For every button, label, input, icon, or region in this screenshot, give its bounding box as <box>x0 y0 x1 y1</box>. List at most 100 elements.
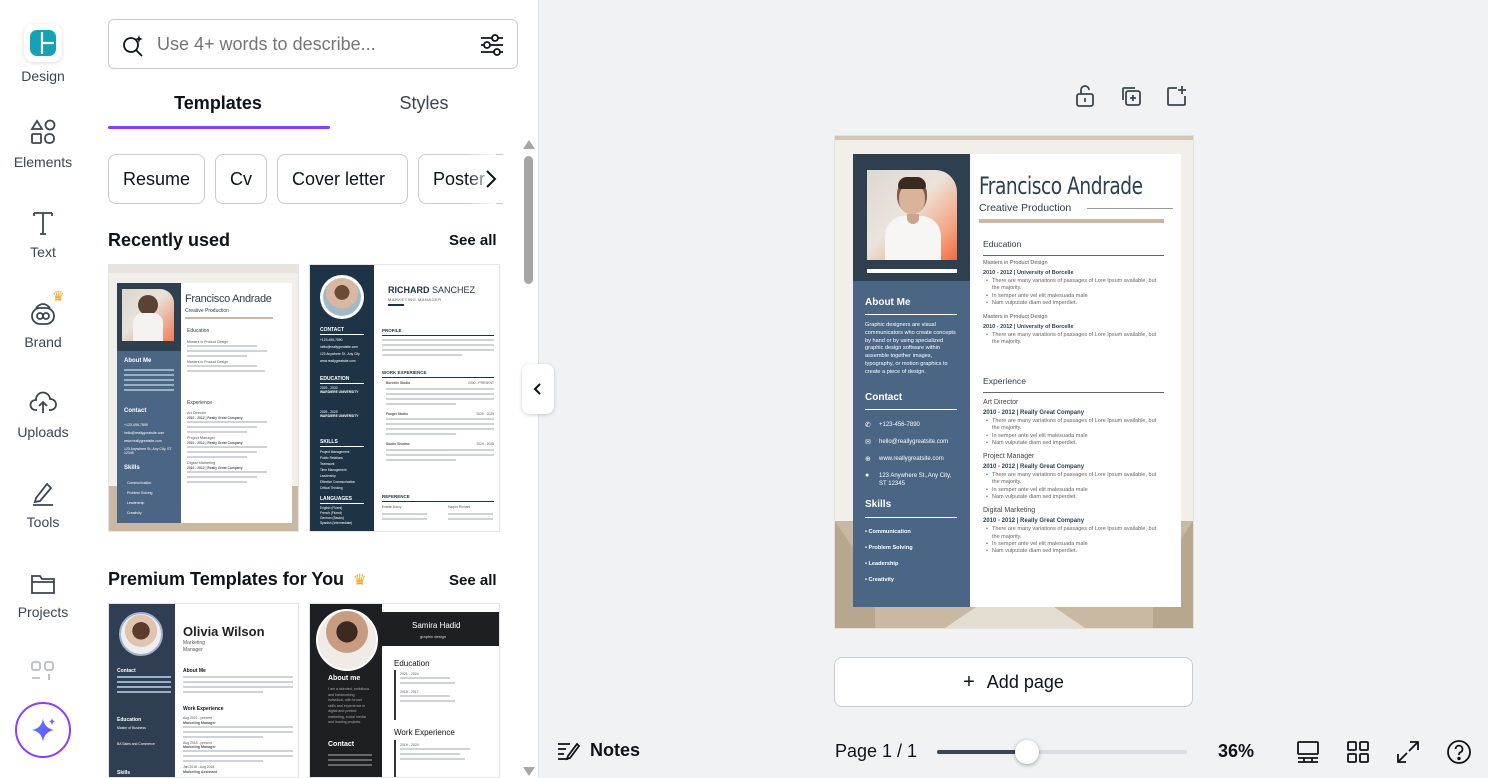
thumb-text: PROFILE <box>382 328 402 333</box>
search-bar[interactable] <box>108 19 518 69</box>
apps-icon[interactable] <box>30 660 56 680</box>
contact-email: ✉ hello@reallygreatsite.com <box>865 438 948 446</box>
template-thumb-olivia[interactable]: Olivia Wilson Marketing Manager Contact … <box>108 603 299 778</box>
thumb-text: Master of Business <box>117 726 146 730</box>
template-thumb-francisco[interactable]: About Me Contact +123-456-7890 hello@rea… <box>108 264 299 532</box>
rail-label: Uploads <box>17 424 69 440</box>
chip-resume[interactable]: Resume <box>108 154 205 204</box>
edu-bullet: Nam vulputate diam sed imperdiet. <box>983 300 1165 308</box>
search-input[interactable] <box>157 30 457 58</box>
thumb-text: Estelle Darcy <box>382 505 402 509</box>
chevron-right-icon[interactable] <box>484 168 498 190</box>
thumb-text: WARDIERE UNIVERSITY <box>320 414 359 418</box>
thumb-text: Project Management <box>320 450 350 454</box>
notes-button[interactable]: Notes <box>556 738 640 762</box>
exp-bullet: Nam vulputate diam sed imperdiet. <box>983 494 1165 502</box>
design-canvas[interactable]: About Me Graphic designers are visual co… <box>835 136 1193 628</box>
edu-degree: Masters in Product Design <box>983 314 1048 321</box>
thumb-text: English (Fluent) <box>320 506 343 510</box>
projects-icon <box>28 568 58 598</box>
fullscreen-icon[interactable] <box>1395 739 1421 765</box>
rail-design[interactable]: Design <box>0 24 86 84</box>
add-page-button[interactable]: + Add page <box>834 657 1193 707</box>
thumb-text: Marketing Assistant <box>183 769 218 774</box>
tab-templates[interactable]: Templates <box>108 84 328 124</box>
chip-cover-letter[interactable]: Cover letter <box>277 154 408 204</box>
thumb-text: German (Basics) <box>320 516 344 520</box>
duplicate-page-icon[interactable] <box>1119 84 1143 108</box>
chip-label: Cover letter <box>292 169 386 189</box>
thumb-text: Leadership <box>320 474 336 478</box>
rail-label: Text <box>30 244 56 260</box>
tab-styles[interactable]: Styles <box>314 84 534 124</box>
thumb-text: Education <box>394 659 430 668</box>
see-all-premium-link[interactable]: See all <box>449 572 497 589</box>
skills-list: • Communication • Problem Solving • Lead… <box>865 529 960 583</box>
help-icon[interactable] <box>1445 738 1473 766</box>
contact-title: Contact <box>865 392 903 403</box>
rail-brand[interactable]: ♛ Brand <box>0 288 86 350</box>
premium-title: Premium Templates for You ♛ <box>108 569 367 590</box>
skill-label: Leadership <box>868 561 899 567</box>
template-thumb-samira[interactable]: Samira Hadid graphic design About me I a… <box>309 603 500 778</box>
tab-label: Templates <box>174 93 262 113</box>
thumb-text: Work Experience <box>183 706 224 712</box>
rail-label: Brand <box>24 334 62 350</box>
thumb-contact-title: Contact <box>124 408 147 414</box>
zoom-value[interactable]: 36% <box>1218 741 1254 762</box>
thumb-text: +123-456-7890 <box>320 338 343 342</box>
rail-uploads[interactable]: Uploads <box>0 388 86 440</box>
add-page-icon[interactable] <box>1164 84 1188 108</box>
magic-assistant-button[interactable] <box>15 702 71 758</box>
thumb-text: RICHARD <box>388 285 430 295</box>
thumb-text: 2024 - 2025 <box>476 442 494 446</box>
rail-elements[interactable]: Elements <box>0 118 86 170</box>
thumb-about-title: About Me <box>124 358 152 364</box>
zoom-slider[interactable] <box>937 740 1187 764</box>
text-icon <box>28 208 58 238</box>
thumb-role: Creative Production <box>185 308 229 314</box>
edu-year: 2010 - 2012 | University of Borcelle <box>983 323 1074 330</box>
thumb-text: Harper Richard <box>448 505 471 509</box>
see-all-recent-link[interactable]: See all <box>449 232 497 249</box>
thumb-text: Creativity <box>127 511 142 515</box>
tools-icon <box>28 478 58 508</box>
exp-bullet: In semper ante vel elit malesuada male <box>983 541 1165 549</box>
exp-year: 2010 - 2012 | Really Great Company <box>983 518 1085 525</box>
contact-phone: ✆ +123-456-7890 <box>865 421 920 429</box>
contact-text: hello@reallygreatsite.com <box>879 439 949 445</box>
left-rail: Design Elements Text ♛ Brand Uploads Too… <box>0 0 86 778</box>
contact-text: +123-456-7890 <box>879 422 920 428</box>
exp-bullet: Nam vulputate diam sed imperdiet. <box>983 548 1165 556</box>
exp-title: Art Director <box>983 399 1019 406</box>
scrollbar-thumb[interactable] <box>524 156 533 284</box>
lock-icon[interactable] <box>1074 84 1096 108</box>
thumb-text: BA Sales and Commerce <box>117 742 155 746</box>
panel-scrollbar[interactable] <box>522 140 536 778</box>
page-view-icon[interactable] <box>1295 739 1321 765</box>
rail-projects[interactable]: Projects <box>0 568 86 620</box>
thumb-text: Contact <box>328 741 355 748</box>
chip-label: Resume <box>123 169 191 189</box>
rail-text[interactable]: Text <box>0 208 86 260</box>
scroll-down-arrow[interactable] <box>523 767 535 776</box>
chip-cv[interactable]: Cv <box>215 154 267 204</box>
thumb-text: CONTACT <box>320 327 345 333</box>
filter-icon[interactable] <box>479 32 505 58</box>
edu-bullet: In semper ante vel elit malesuada male <box>983 293 1165 301</box>
phone-icon: ✆ <box>865 422 871 429</box>
rail-tools[interactable]: Tools <box>0 478 86 530</box>
scroll-up-arrow[interactable] <box>523 140 535 149</box>
tab-active-indicator <box>108 126 330 129</box>
zoom-handle[interactable] <box>1015 740 1039 764</box>
grid-view-icon[interactable] <box>1345 739 1371 765</box>
design-icon <box>24 24 62 62</box>
collapse-panel-button[interactable] <box>522 364 554 414</box>
template-thumb-richard[interactable]: CONTACT +123-456-7890 hello@reallygreats… <box>309 264 500 532</box>
thumb-text: graphic design <box>420 634 447 639</box>
zoom-track-fill <box>937 750 1027 754</box>
chevron-left-icon <box>533 383 541 395</box>
resume-name: Francisco Andrade <box>979 172 1143 200</box>
thumb-text: Olivia Wilson <box>183 624 265 639</box>
page-indicator[interactable]: Page 1 / 1 <box>835 741 917 762</box>
